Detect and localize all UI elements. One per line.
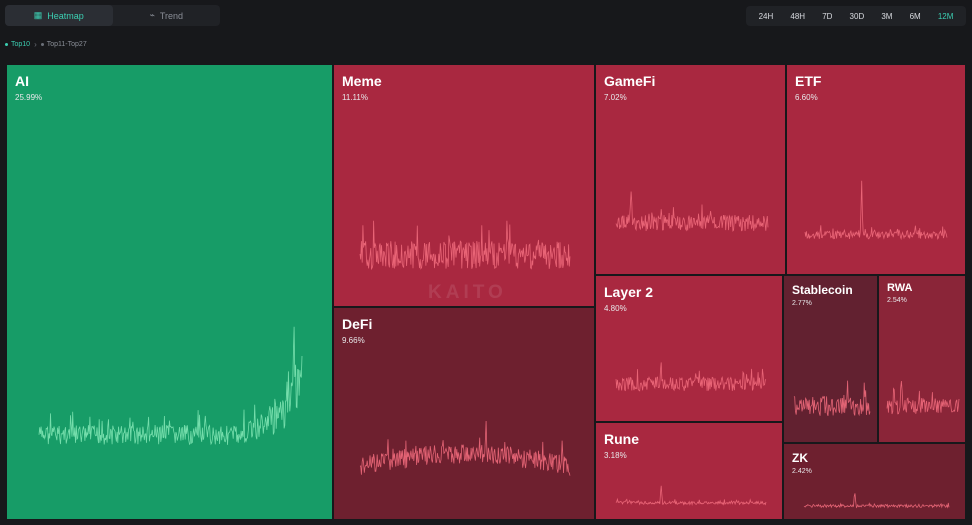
tile-name: Meme [342,73,382,89]
tile-rune[interactable]: Rune 3.18% [595,422,783,520]
tile-meme[interactable]: Meme 11.11% [333,64,595,307]
sparkline [359,220,571,271]
tile-percent: 25.99% [15,93,43,102]
tile-name: ZK [792,451,808,465]
tile-name: Stablecoin [792,283,853,297]
tile-name: Layer 2 [604,284,654,300]
sparkline-path [886,380,960,415]
sparkline-path [38,326,303,446]
tile-percent: 2.54% [887,297,907,304]
sparkline [38,326,303,446]
sparkline-path [804,180,948,241]
tile-name: ETF [795,73,822,89]
tile-gamefi[interactable]: GameFi 7.02% [595,64,786,275]
sparkline-path [615,191,769,232]
tile-name: Rune [604,431,639,447]
sparkline-path [615,362,767,392]
tile-percent: 3.18% [604,451,627,460]
sparkline-path [793,380,871,417]
tile-percent: 7.02% [604,93,627,102]
tile-percent: 4.80% [604,304,627,313]
tile-rwa[interactable]: RWA 2.54% [878,275,966,443]
heatmap: AI 25.99% Meme 11.11% GameFi 7.02% ETF 6… [0,0,972,525]
tile-layer2[interactable]: Layer 2 4.80% [595,275,783,422]
tile-percent: 11.11% [342,93,368,102]
tile-percent: 9.66% [342,336,365,345]
tile-percent: 2.42% [792,468,812,475]
sparkline-path [359,220,571,271]
sparkline-path [803,493,950,509]
tile-name: RWA [887,282,913,294]
kaito-watermark: KAITO [428,282,507,303]
tile-name: GameFi [604,73,656,89]
tile-percent: 6.60% [795,93,818,102]
tile-stablecoin[interactable]: Stablecoin 2.77% [783,275,878,443]
tile-defi[interactable]: DeFi 9.66% [333,307,595,520]
sparkline-path [359,420,571,476]
tile-etf[interactable]: ETF 6.60% [786,64,966,275]
tile-name: AI [15,73,29,89]
tile-name: DeFi [342,316,373,332]
sparkline-path [615,485,767,506]
tile-zk[interactable]: ZK 2.42% [783,443,966,520]
tile-ai[interactable]: AI 25.99% [6,64,333,520]
tile-percent: 2.77% [792,300,812,307]
sparkline [359,420,571,476]
sparkline [803,493,950,509]
